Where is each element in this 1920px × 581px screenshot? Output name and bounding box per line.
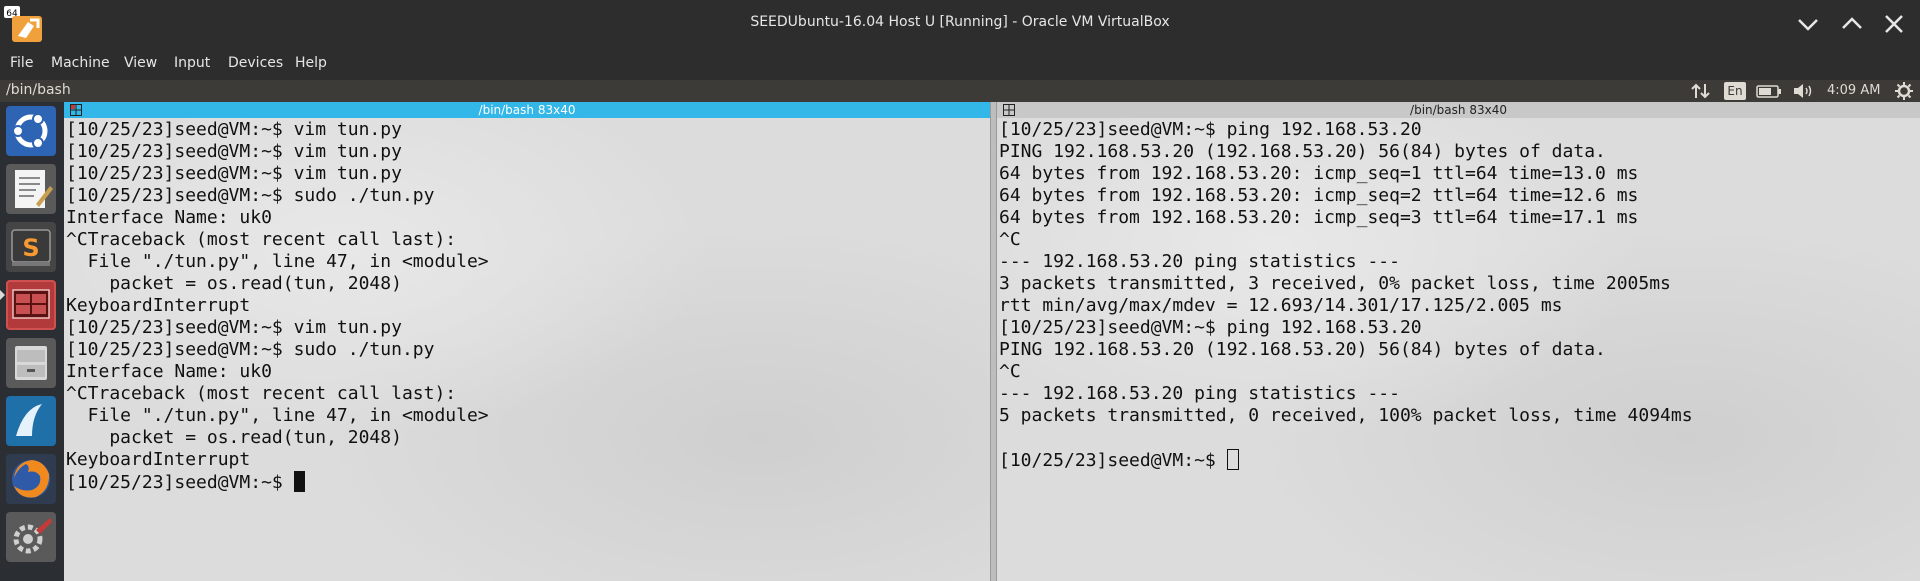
text-editor-button[interactable]	[6, 164, 56, 214]
terminal-right-titlebar[interactable]: /bin/bash 83x40	[997, 102, 1920, 118]
terminal-prompt-line: [10/25/23]seed@VM:~$	[66, 471, 990, 493]
firefox-button[interactable]	[6, 454, 56, 504]
terminal-line: 64 bytes from 192.168.53.20: icmp_seq=1 …	[999, 163, 1639, 184]
menu-view[interactable]: View	[124, 55, 157, 71]
file-manager-button[interactable]	[6, 338, 56, 388]
terminal-line: PING 192.168.53.20 (192.168.53.20) 56(84…	[999, 339, 1606, 360]
terminal-line: [10/25/23]seed@VM:~$ vim tun.py	[66, 119, 402, 140]
terminal-line: [10/25/23]seed@VM:~$ vim tun.py	[66, 317, 402, 338]
unity-launcher: S	[0, 102, 64, 581]
terminal-prompt: [10/25/23]seed@VM:~$	[999, 450, 1227, 471]
terminal-line: [10/25/23]seed@VM:~$ sudo ./tun.py	[66, 185, 435, 206]
minimize-icon[interactable]	[1794, 10, 1822, 38]
terminal-line: [10/25/23]seed@VM:~$ ping 192.168.53.20	[999, 119, 1422, 140]
terminal-left[interactable]: /bin/bash 83x40 [10/25/23]seed@VM:~$ vim…	[64, 102, 990, 581]
settings-wrench-icon	[13, 518, 52, 554]
window-title: SEEDUbuntu-16.04 Host U [Running] - Orac…	[750, 14, 1170, 30]
text-editor-icon	[15, 170, 53, 208]
file-cabinet-icon	[15, 346, 47, 380]
terminal-line: Interface Name: uk0	[66, 361, 272, 382]
terminal-line: packet = os.read(tun, 2048)	[66, 273, 402, 294]
terminal-line: KeyboardInterrupt	[66, 449, 251, 470]
terminal-line: packet = os.read(tun, 2048)	[66, 427, 402, 448]
close-icon[interactable]	[1880, 10, 1908, 38]
terminal-line: [10/25/23]seed@VM:~$ vim tun.py	[66, 163, 402, 184]
firefox-icon	[12, 460, 50, 498]
terminal-line: ^C	[999, 361, 1021, 382]
terminal-line: Interface Name: uk0	[66, 207, 272, 228]
terminal-line: PING 192.168.53.20 (192.168.53.20) 56(84…	[999, 141, 1606, 162]
terminal-left-titlebar[interactable]: /bin/bash 83x40	[64, 102, 990, 118]
terminal-prompt: [10/25/23]seed@VM:~$	[66, 472, 294, 493]
terminal-line: rtt min/avg/max/mdev = 12.693/14.301/17.…	[999, 295, 1563, 316]
terminal-line: 64 bytes from 192.168.53.20: icmp_seq=2 …	[999, 185, 1639, 206]
battery-icon[interactable]	[1756, 82, 1782, 100]
ubuntu-logo-icon	[12, 113, 48, 149]
terminal-line: --- 192.168.53.20 ping statistics ---	[999, 383, 1400, 404]
terminal-line: File "./tun.py", line 47, in <module>	[66, 405, 489, 426]
terminal-split-icon[interactable]	[70, 104, 82, 116]
wireshark-fin-icon	[12, 402, 50, 440]
terminal-left-output[interactable]: [10/25/23]seed@VM:~$ vim tun.py [10/25/23…	[66, 119, 990, 581]
terminal-right-title: /bin/bash 83x40	[1410, 103, 1507, 117]
clock[interactable]: 4:09 AM	[1827, 82, 1887, 100]
menu-file[interactable]: File	[10, 55, 33, 71]
virtualbox-titlebar: 64 SEEDUbuntu-16.04 Host U [Running] - O…	[0, 0, 1920, 46]
terminal-line: [10/25/23]seed@VM:~$ sudo ./tun.py	[66, 339, 435, 360]
terminal-line: --- 192.168.53.20 ping statistics ---	[999, 251, 1400, 272]
terminal-right-output[interactable]: [10/25/23]seed@VM:~$ ping 192.168.53.20 P…	[999, 119, 1920, 581]
terminal-split-divider[interactable]	[990, 102, 997, 581]
terminal-split-icon[interactable]	[1003, 104, 1015, 116]
virtualbox-menubar: File Machine View Input Devices Help	[0, 46, 1920, 80]
terminal-line: 5 packets transmitted, 0 received, 100% …	[999, 405, 1693, 426]
keyboard-layout-indicator[interactable]: En	[1724, 82, 1746, 100]
network-transfer-icon[interactable]	[1690, 82, 1712, 100]
terminal-line: KeyboardInterrupt	[66, 295, 251, 316]
terminal-line: ^CTraceback (most recent call last):	[66, 229, 457, 250]
running-indicator	[0, 290, 5, 300]
volume-icon[interactable]	[1792, 82, 1814, 100]
terminal-line: ^CTraceback (most recent call last):	[66, 383, 457, 404]
menu-devices[interactable]: Devices	[228, 55, 283, 71]
svg-text:S: S	[22, 234, 39, 262]
terminal-cursor	[1226, 449, 1239, 470]
terminal-line: [10/25/23]seed@VM:~$ ping 192.168.53.20	[999, 317, 1422, 338]
menu-input[interactable]: Input	[174, 55, 210, 71]
ubuntu-top-panel: /bin/bash En 4:09 AM	[0, 80, 1920, 102]
ubuntu-dash-button[interactable]	[6, 106, 56, 156]
terminal-button[interactable]	[6, 280, 56, 330]
gear-icon[interactable]	[1894, 82, 1914, 100]
terminal-line: ^C	[999, 229, 1021, 250]
system-settings-button[interactable]	[6, 512, 56, 562]
menu-machine[interactable]: Machine	[51, 55, 110, 71]
terminal-prompt-line: [10/25/23]seed@VM:~$	[999, 449, 1920, 471]
wireshark-button[interactable]	[6, 396, 56, 446]
terminal-line: 3 packets transmitted, 3 received, 0% pa…	[999, 273, 1671, 294]
sublime-text-button[interactable]: S	[6, 222, 56, 272]
terminal-left-title: /bin/bash 83x40	[478, 103, 576, 117]
terminal-icon	[12, 289, 50, 319]
terminal-line: File "./tun.py", line 47, in <module>	[66, 251, 489, 272]
terminal-cursor	[293, 471, 305, 492]
terminal-line: 64 bytes from 192.168.53.20: icmp_seq=3 …	[999, 207, 1639, 228]
maximize-icon[interactable]	[1838, 10, 1866, 38]
panel-window-title: /bin/bash	[6, 82, 71, 98]
terminal-line: [10/25/23]seed@VM:~$ vim tun.py	[66, 141, 402, 162]
terminal-right[interactable]: /bin/bash 83x40 [10/25/23]seed@VM:~$ pin…	[997, 102, 1920, 581]
sublime-text-icon: S	[11, 229, 51, 266]
menu-help[interactable]: Help	[295, 55, 327, 71]
